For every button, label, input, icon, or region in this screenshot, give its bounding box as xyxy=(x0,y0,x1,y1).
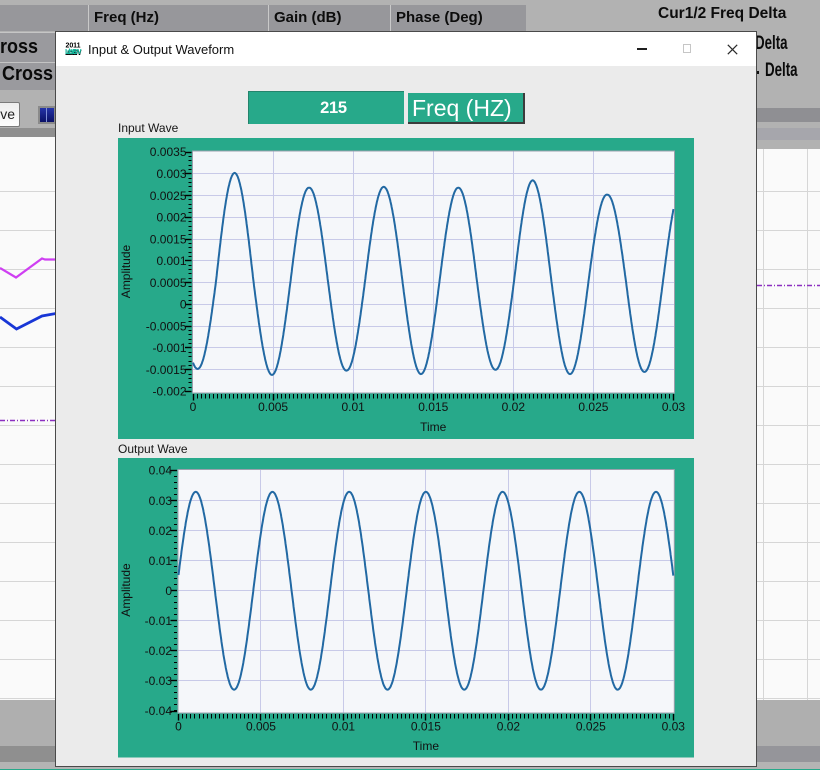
svg-text:0: 0 xyxy=(165,584,172,598)
svg-text:0.0015: 0.0015 xyxy=(150,232,187,246)
svg-text:0.01: 0.01 xyxy=(332,720,356,734)
svg-text:0.03: 0.03 xyxy=(662,720,686,734)
svg-text:-0.001: -0.001 xyxy=(152,341,186,355)
svg-text:0.02: 0.02 xyxy=(502,400,526,414)
svg-text:-0.03: -0.03 xyxy=(145,674,173,688)
svg-text:-0.02: -0.02 xyxy=(145,644,173,658)
svg-text:0.0035: 0.0035 xyxy=(150,145,187,159)
svg-text:0.002: 0.002 xyxy=(156,210,186,224)
svg-text:0.01: 0.01 xyxy=(149,554,173,568)
svg-text:0.015: 0.015 xyxy=(411,720,441,734)
svg-text:0.02: 0.02 xyxy=(149,524,173,538)
svg-text:Amplitude: Amplitude xyxy=(119,563,133,617)
svg-text:0.025: 0.025 xyxy=(576,720,606,734)
svg-text:-0.0015: -0.0015 xyxy=(146,362,187,376)
svg-text:0.001: 0.001 xyxy=(156,254,186,268)
svg-text:0.003: 0.003 xyxy=(156,166,186,180)
svg-text:0: 0 xyxy=(180,297,187,311)
svg-text:0.0025: 0.0025 xyxy=(150,188,187,202)
svg-text:LabVIEW: LabVIEW xyxy=(65,47,82,56)
svg-text:Amplitude: Amplitude xyxy=(119,244,133,298)
svg-text:Time: Time xyxy=(420,420,447,434)
svg-text:Time: Time xyxy=(413,739,440,753)
svg-text:0.015: 0.015 xyxy=(418,400,448,414)
svg-text:0.025: 0.025 xyxy=(578,400,608,414)
svg-text:-0.01: -0.01 xyxy=(145,614,173,628)
svg-text:0.005: 0.005 xyxy=(258,400,288,414)
svg-text:0.02: 0.02 xyxy=(497,720,521,734)
svg-text:0: 0 xyxy=(175,720,182,734)
svg-text:0.04: 0.04 xyxy=(149,464,173,478)
svg-text:0.0005: 0.0005 xyxy=(150,275,187,289)
svg-text:0.03: 0.03 xyxy=(662,400,686,414)
svg-text:0.01: 0.01 xyxy=(341,400,365,414)
svg-text:0.005: 0.005 xyxy=(246,720,276,734)
svg-text:-0.002: -0.002 xyxy=(152,384,186,398)
svg-text:0.03: 0.03 xyxy=(149,494,173,508)
svg-text:-0.0005: -0.0005 xyxy=(146,319,187,333)
svg-text:0: 0 xyxy=(190,400,197,414)
svg-text:-0.04: -0.04 xyxy=(145,704,173,718)
